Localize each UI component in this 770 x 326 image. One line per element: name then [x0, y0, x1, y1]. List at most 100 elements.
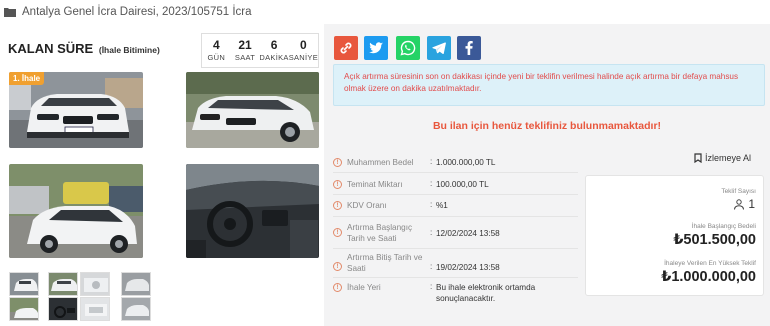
share-telegram-button[interactable]	[427, 36, 451, 60]
bid-count-value: 1	[748, 197, 755, 211]
remaining-time-label: KALAN SÜRE	[8, 41, 94, 56]
facebook-icon	[465, 41, 473, 55]
countdown-days: 4 GÜN	[202, 34, 231, 67]
share-whatsapp-button[interactable]	[396, 36, 420, 60]
thumbnail-image	[49, 298, 77, 320]
link-icon	[340, 42, 352, 54]
deposit-value: 100.000,00 TL	[436, 180, 489, 189]
days-value: 4	[213, 37, 220, 52]
share-twitter-button[interactable]	[364, 36, 388, 60]
telegram-icon	[432, 42, 446, 55]
auction-details-panel: Açık artırma süresinin son on dakikası i…	[324, 24, 770, 326]
vat-value: %1	[436, 201, 448, 210]
countdown-hours: 21 SAAT	[231, 34, 260, 67]
thumbnail-image	[122, 273, 150, 295]
countdown-seconds: 0 SANİYE	[289, 34, 318, 67]
highest-bid-value: ₺1.000.000,00	[661, 269, 756, 285]
car-interior-image	[186, 164, 319, 258]
place-value-line1: Bu ihale elektronik ortamda	[436, 283, 536, 292]
auction-badge: 1. İhale	[9, 72, 45, 85]
folder-icon	[4, 8, 16, 17]
colon: :	[430, 282, 433, 291]
colon: :	[430, 262, 433, 271]
start-price-value: ₺501.500,00	[673, 232, 756, 248]
gallery-panel: KALAN SÜRE (İhale Bitimine) 4 GÜN 21 SAA…	[0, 24, 324, 326]
thumbnail-image	[81, 273, 109, 295]
car-photo-3[interactable]	[9, 164, 143, 258]
car-photo-1[interactable]: 1. İhale	[9, 72, 143, 148]
remaining-time-subtitle: (İhale Bitimine)	[98, 45, 160, 55]
place-label: İhale Yeri	[347, 283, 381, 292]
minutes-value: 6	[270, 37, 278, 52]
thumbnail-image	[122, 298, 150, 320]
colon: :	[430, 179, 433, 188]
start-date-label-line2: Tarih ve Saati	[347, 234, 397, 243]
countdown-minutes: 6 DAKİKA	[259, 34, 288, 67]
divider	[333, 172, 578, 173]
car-lot-image	[9, 164, 143, 258]
hours-value: 21	[238, 37, 252, 52]
end-date-label-line1: Artırma Bitiş Tarih ve	[347, 253, 423, 262]
thumbnail-4[interactable]	[121, 272, 151, 296]
whatsapp-icon	[400, 40, 416, 56]
thumbnail-2[interactable]	[48, 272, 78, 296]
thumbnail-8[interactable]	[121, 297, 151, 321]
car-photo-4[interactable]	[186, 164, 319, 258]
divider	[333, 216, 578, 217]
extension-alert: Açık artırma süresinin son on dakikası i…	[333, 64, 765, 106]
bid-count-label: Teklif Sayısı	[721, 188, 756, 195]
hours-label: SAAT	[234, 52, 256, 62]
thumbnail-1[interactable]	[9, 272, 39, 296]
days-label: GÜN	[207, 52, 226, 62]
car-side-image	[186, 72, 319, 148]
no-offer-message: Bu ilan için henüz teklifiniz bulunmamak…	[432, 120, 662, 132]
end-date-value: 19/02/2024 13:58	[436, 263, 500, 272]
copy-link-button[interactable]	[334, 36, 358, 60]
divider	[333, 194, 578, 195]
start-date-value: 12/02/2024 13:58	[436, 229, 500, 238]
car-photo-2[interactable]	[186, 72, 319, 148]
twitter-icon	[369, 42, 383, 54]
add-to-watchlist-button[interactable]: İzlemeye Al	[694, 153, 751, 163]
thumbnail-image	[81, 298, 109, 320]
thumbnail-image	[49, 273, 77, 295]
thumbnail-image	[10, 273, 38, 295]
thumbnail-image	[10, 298, 38, 320]
divider	[333, 277, 578, 278]
start-date-label-line1: Artırma Başlangıç	[347, 223, 413, 232]
colon: :	[430, 200, 433, 209]
appraised-value: 1.000.000,00 TL	[436, 158, 496, 167]
end-date-label-line2: Saati	[347, 264, 366, 273]
info-icon: !	[333, 283, 342, 292]
page-title: Antalya Genel İcra Dairesi, 2023/105751 …	[22, 6, 252, 18]
seconds-value: 0	[300, 37, 307, 52]
start-price-label: İhale Başlangıç Bedeli	[691, 223, 756, 230]
bid-count: 1	[733, 197, 755, 211]
seconds-label: SANİYE	[288, 52, 318, 62]
colon: :	[430, 228, 433, 237]
thumbnail-6[interactable]	[48, 297, 78, 321]
info-icon: !	[333, 180, 342, 189]
deposit-label: Teminat Miktarı	[347, 180, 403, 189]
divider	[333, 248, 578, 249]
appraised-label: Muhammen Bedel	[347, 158, 414, 167]
share-facebook-button[interactable]	[457, 36, 481, 60]
info-icon: !	[333, 201, 342, 210]
thumbnail-7[interactable]	[80, 297, 110, 321]
vat-label: KDV Oranı	[347, 201, 387, 210]
page-header: Antalya Genel İcra Dairesi, 2023/105751 …	[0, 0, 770, 24]
info-icon: !	[333, 158, 342, 167]
colon: :	[430, 157, 433, 166]
info-icon: !	[333, 228, 342, 237]
remaining-time-title: KALAN SÜRE (İhale Bitimine)	[8, 41, 160, 56]
countdown: 4 GÜN 21 SAAT 6 DAKİKA 0 SANİYE	[201, 33, 319, 68]
users-icon	[734, 198, 745, 210]
place-value-line2: sonuçlanacaktır.	[436, 294, 496, 303]
bookmark-icon	[694, 153, 702, 163]
info-icon: !	[333, 262, 342, 271]
highest-bid-label: İhaleye Verilen En Yüksek Teklif	[664, 260, 756, 267]
bid-summary-card: Teklif Sayısı 1 İhale Başlangıç Bedeli ₺…	[585, 175, 764, 296]
thumbnail-5[interactable]	[9, 297, 39, 321]
thumbnail-3[interactable]	[80, 272, 110, 296]
watchlist-label: İzlemeye Al	[705, 153, 752, 163]
